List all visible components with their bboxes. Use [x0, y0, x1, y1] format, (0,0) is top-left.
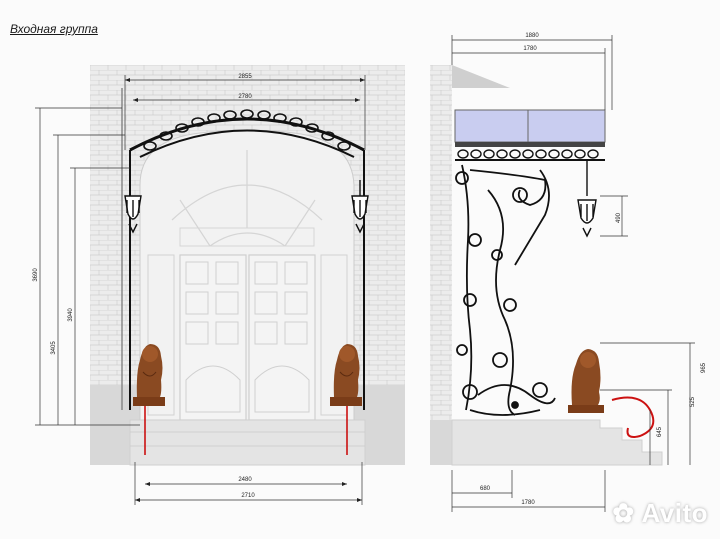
dim-side-525: 525 [690, 396, 696, 407]
drawing-sheet: Входная группа 2855 2780 2480 2710 3690 … [0, 0, 720, 539]
front-view: 2855 2780 2480 2710 3690 3940 3405 [33, 65, 405, 505]
dim-side-645: 645 [657, 426, 663, 437]
dim-side-965: 965 [701, 362, 707, 373]
elevation-drawing: 2855 2780 2480 2710 3690 3940 3405 1880 … [33, 33, 707, 512]
side-steps [451, 419, 663, 466]
side-lantern [577, 160, 597, 238]
dim-side-680: 680 [480, 486, 491, 492]
dim-side-top-inner: 1780 [523, 46, 537, 52]
dim-side-top-outer: 1880 [525, 33, 539, 39]
dim-bottom-outer: 2710 [241, 493, 255, 499]
door-leaf-right [248, 254, 316, 421]
door-leaf-left [179, 254, 247, 421]
dim-height-mid: 3940 [68, 308, 74, 322]
dim-bottom-inner: 2480 [238, 477, 252, 483]
side-lion-statue [568, 349, 604, 413]
dim-lamp-drop: 490 [616, 212, 622, 223]
dim-side-1780: 1780 [521, 500, 535, 506]
side-view: 1880 1780 490 965 525 645 680 1780 [430, 33, 707, 512]
dim-height-inner: 3405 [51, 341, 57, 355]
dim-height-total: 3690 [33, 268, 39, 282]
glass-canopy [454, 109, 606, 143]
side-roof [452, 65, 510, 88]
ornamental-bracket [455, 164, 556, 416]
dim-top-outer: 2855 [238, 74, 252, 80]
entrance-steps [129, 419, 366, 466]
side-brick-wall [430, 65, 452, 465]
dim-top-inner: 2780 [238, 94, 252, 100]
watermark-logo: ✿ Avito [612, 498, 708, 528]
side-canopy-scrolls [455, 149, 605, 161]
